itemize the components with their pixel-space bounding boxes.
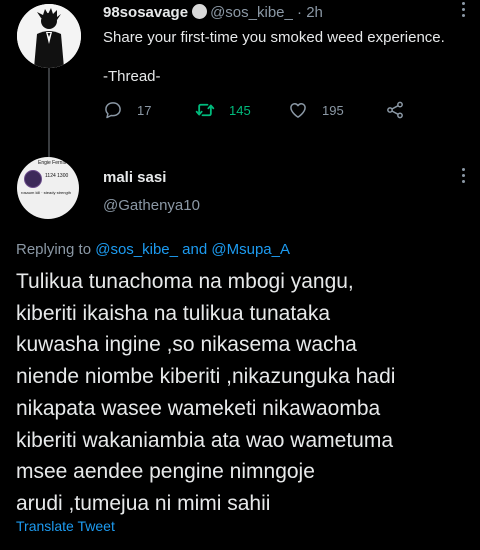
share-icon [387,101,403,119]
replying-and[interactable]: and [182,241,207,258]
suited-figure-avatar-image [17,4,81,68]
share-button[interactable] [385,100,419,120]
separator-dot: · [297,4,303,21]
tweet-text-line: kiberiti wakaniambia ata wao wametuma [16,428,394,452]
more-options-icon[interactable] [462,2,466,20]
like-count: 195 [322,102,344,118]
parent-timestamp[interactable]: 2h [306,4,323,21]
reply-icon [105,102,121,119]
mention-link-msupa[interactable]: @Msupa_A [211,241,290,258]
parent-tweet[interactable]: 98sosavage @sos_kibe_ · 2h Share your fir… [0,0,480,160]
tweet-text-line: Tulikua tunachoma na mbogi yangu, [16,270,354,293]
mention-link-sos-kibe[interactable]: @sos_kibe_ [95,241,178,258]
reply-author-name[interactable]: mali sasi [103,169,166,186]
more-options-icon[interactable] [462,168,466,186]
replying-to-line: Replying to @sos_kibe_ and @Msupa_A [16,241,290,258]
reply-author-avatar[interactable]: Engie Fernis 1124 1300 rosaum kill · ste… [17,157,79,219]
reply-author-handle[interactable]: @Gathenya10 [103,197,200,214]
tweet-action-bar: 17 145 195 [103,100,423,124]
reply-tweet-text: Tulikua tunachoma na mbogi yangu, kiberi… [16,266,466,520]
translate-tweet-link[interactable]: Translate Tweet [16,518,115,534]
parent-tweet-header: 98sosavage @sos_kibe_ · 2h [103,4,323,21]
thread-connector-line [48,68,50,160]
retweet-button[interactable]: 145 [195,100,251,120]
retweet-count: 145 [229,102,251,118]
tweet-text-line: nikapata wasee wameketi nikawaomba [16,396,381,420]
like-button[interactable]: 195 [288,100,344,120]
parent-author-name[interactable]: 98sosavage [103,4,188,21]
tweet-text-line: niende niombe kiberiti ,nikazunguka hadi [16,365,396,389]
reply-button[interactable]: 17 [103,100,151,120]
retweet-icon [195,103,215,117]
avatar-mini-picture [24,170,42,188]
badge-icon [192,4,208,19]
reply-count: 17 [137,102,152,118]
avatar-mini-bio: rosaum kill · steady strength [21,190,72,195]
parent-thread-label: -Thread- [103,68,161,85]
tweet-text-line: kiberiti ikaisha na tulikua tunataka [16,301,331,325]
tweet-text-line: kuwasha ingine ,so nikasema wacha [16,333,357,357]
avatar-mini-name: Engie Fernis [38,160,67,166]
like-icon [290,103,306,118]
parent-avatar[interactable] [17,4,81,68]
parent-tweet-text: Share your first-time you smoked weed ex… [103,29,445,46]
tweet-text-line: msee aendee pengine nimngoje [16,460,315,484]
parent-author-handle[interactable]: @sos_kibe_ [210,4,293,21]
avatar-mini-stats: 1124 1300 [45,173,69,179]
replying-prefix: Replying to [16,241,92,258]
tweet-text-line: arudi ,tumejua ni mimi sahii [16,491,271,515]
